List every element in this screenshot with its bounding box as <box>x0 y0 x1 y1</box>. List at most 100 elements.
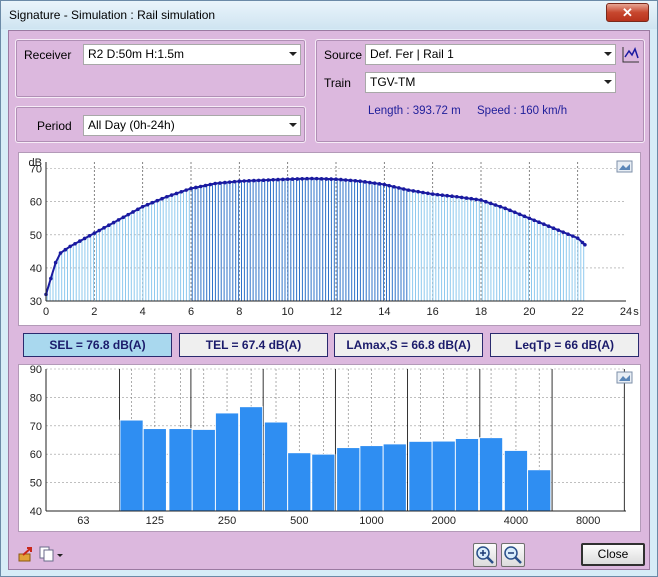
time-series-point <box>440 193 445 197</box>
time-x-tick-label: 22 <box>572 306 584 318</box>
time-history-panel: 0 2 4 6 8 10 12 14 16 18 20 22 24 s dB 70 60 50 40 30 <box>18 152 641 326</box>
spectrum-x-tick-label: 500 <box>290 515 308 527</box>
time-series-point <box>546 224 551 229</box>
export-arrow-icon <box>18 547 32 562</box>
time-y-tick-label: 70 <box>30 164 42 176</box>
time-series-point <box>116 218 121 222</box>
time-series-point <box>503 206 507 211</box>
time-series-point <box>372 181 377 185</box>
time-series-point <box>63 247 68 252</box>
time-series-point <box>339 177 343 182</box>
spectrum-bar <box>479 437 503 512</box>
time-series-point <box>368 180 372 185</box>
chevron-down-icon <box>289 52 297 56</box>
time-series-point <box>145 202 150 207</box>
period-select[interactable]: All Day (0h-24h) <box>83 115 301 136</box>
chevron-down-icon <box>289 123 297 127</box>
close-button[interactable]: Close <box>581 543 645 566</box>
time-series-point <box>566 232 570 236</box>
zoom-out-button[interactable] <box>501 543 525 567</box>
time-series-point <box>237 179 242 183</box>
spectrum-y-tick-label: 80 <box>30 392 42 404</box>
source-chart-button[interactable] <box>621 45 641 65</box>
spectrum-y-tick-label: 90 <box>30 365 42 376</box>
time-series-point <box>136 207 140 212</box>
time-series-point <box>310 176 314 181</box>
metric-tel-button[interactable]: TEL = 67.4 dB(A) <box>179 333 328 357</box>
time-series-point <box>107 223 111 228</box>
time-series-point <box>513 210 517 215</box>
export-icon[interactable] <box>18 546 34 562</box>
time-series-point <box>464 196 469 200</box>
time-series-point <box>102 226 106 230</box>
time-series-point <box>435 192 440 197</box>
time-series-point <box>508 208 512 213</box>
time-series-point <box>450 194 454 199</box>
spectrum-bar <box>311 453 336 512</box>
time-series-point <box>290 177 295 181</box>
time-series-point <box>232 179 237 184</box>
time-series-point <box>281 177 285 182</box>
time-series-point <box>319 177 324 181</box>
time-series-point <box>49 276 53 281</box>
time-series-point <box>542 222 546 227</box>
spectrum-bar <box>455 438 479 512</box>
spectrum-bar <box>504 450 528 512</box>
spectrum-bar <box>527 469 552 512</box>
time-y-tick-label: 40 <box>30 263 42 275</box>
spectrum-y-tick-label: 40 <box>30 506 42 518</box>
time-series-point <box>227 180 232 184</box>
time-x-tick-label: 18 <box>475 306 487 318</box>
time-series-point <box>121 215 126 220</box>
time-series-point <box>358 179 362 183</box>
metric-lamax-button[interactable]: LAmax,S = 66.8 dB(A) <box>334 333 483 357</box>
time-series-point <box>266 178 271 182</box>
time-series-point <box>150 200 155 205</box>
time-series-point <box>575 236 580 240</box>
time-series-point <box>252 178 256 183</box>
metric-sel-button[interactable]: SEL = 76.8 dB(A) <box>23 333 172 357</box>
time-y-tick-label: 30 <box>30 296 42 308</box>
time-series-point <box>198 184 203 189</box>
time-series-point <box>488 201 493 206</box>
time-series-point <box>155 198 159 203</box>
chart-options-icon[interactable] <box>616 160 633 173</box>
spectrum-bar <box>191 429 216 512</box>
time-x-tick-label: 24 <box>620 306 632 318</box>
zoom-in-button[interactable] <box>473 543 497 567</box>
spectrum-bar <box>336 447 361 512</box>
metric-leqtp-button[interactable]: LeqTp = 66 dB(A) <box>490 333 639 357</box>
time-series-point <box>532 218 536 223</box>
spectrum-chart: 63 125 250 500 1000 2000 4000 8000 40 50 60 70 80 90 <box>30 364 633 527</box>
time-series-point <box>247 178 251 183</box>
train-select[interactable]: TGV-TM <box>365 72 616 93</box>
time-series-point <box>411 189 416 193</box>
spectrum-y-tick-label: 70 <box>30 421 42 433</box>
spectrum-bar <box>359 445 384 512</box>
time-series-point <box>300 177 304 181</box>
time-series-point <box>92 231 97 235</box>
receiver-select[interactable]: R2 D:50m H:1.5m <box>83 44 301 65</box>
line-chart-icon <box>622 47 639 63</box>
time-series-point <box>78 239 82 243</box>
source-select[interactable]: Def. Fer | Rail 1 <box>365 44 616 65</box>
time-series-point <box>474 197 478 202</box>
time-series-point <box>421 190 425 195</box>
copy-dropdown-button[interactable] <box>39 546 65 562</box>
chart-options-icon[interactable] <box>616 371 633 384</box>
time-series-point <box>68 244 72 249</box>
time-series-point <box>256 178 261 183</box>
copy-icon <box>39 546 63 562</box>
spectrum-bar <box>431 440 456 512</box>
time-series-point <box>324 177 329 181</box>
time-y-tick-label: 50 <box>30 230 42 242</box>
window-close-button[interactable]: ✕ <box>606 3 649 22</box>
time-series-point <box>194 185 198 190</box>
time-series-point <box>537 220 541 225</box>
time-series-point <box>295 177 300 181</box>
titlebar[interactable]: Signature - Simulation : Rail simulation… <box>1 1 657 29</box>
train-speed: Speed : 160 km/h <box>477 105 568 117</box>
time-series-point <box>556 228 561 232</box>
time-series-point <box>517 212 522 217</box>
time-series-point <box>353 178 358 183</box>
